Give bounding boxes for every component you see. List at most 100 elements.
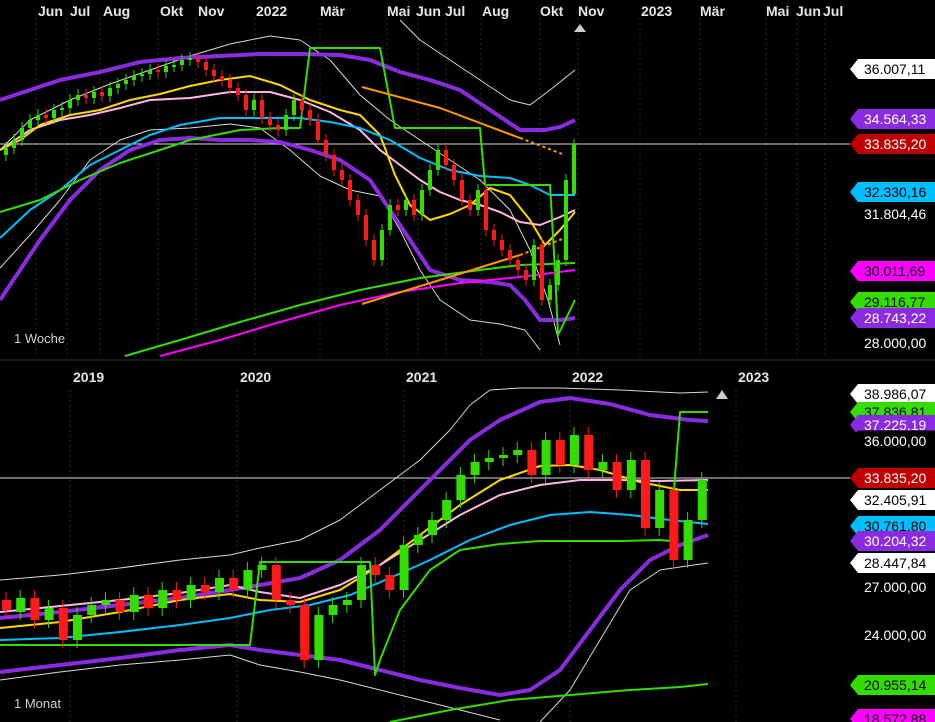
top-time-label: Jul [823, 3, 843, 19]
top-candle [76, 95, 80, 100]
bollinger-lower-line-1 [0, 123, 541, 351]
top-tag-text: 34.564,33 [864, 111, 926, 127]
top-candle [212, 70, 216, 76]
bottom-candle [399, 545, 409, 590]
bottom-indicators [0, 387, 709, 722]
bottom-candle [115, 600, 125, 612]
top-candle [508, 250, 512, 260]
top-time-label: Mär [700, 3, 725, 19]
bottom-candle [541, 440, 551, 475]
bottom-candle [683, 520, 693, 560]
trendline-upper-ext [519, 137, 566, 156]
bottom-candle [328, 605, 338, 615]
top-candle [52, 110, 56, 118]
top-candle-last [572, 144, 576, 194]
top-candle [444, 150, 448, 165]
top-candle [484, 190, 488, 230]
top-indicators [0, 19, 576, 357]
bottom-tag-0: 38.986,07 [850, 384, 935, 404]
bottom-tag-text: 20.955,14 [864, 677, 926, 693]
top-candle [60, 108, 64, 110]
top-candle [548, 285, 552, 300]
bottom-candle [442, 500, 452, 520]
top-candle [244, 95, 248, 110]
top-candle [276, 125, 280, 130]
top-time-label: Jul [445, 3, 465, 19]
top-tag-text: 28.743,22 [864, 310, 926, 326]
bottom-candle [499, 455, 508, 458]
bottom-candle [215, 578, 224, 592]
bottom-candle [286, 600, 295, 605]
top-tag-text: 30.011,69 [864, 263, 925, 279]
top-tag-text: 29.116,77 [864, 294, 925, 310]
bottom-tag-4: 33.835,20 [850, 468, 935, 488]
top-candle [292, 100, 296, 115]
bottom-tag-text: 36.000,00 [864, 433, 926, 449]
top-time-label: 2022 [256, 3, 287, 19]
top-tag-5: 30.011,69 [850, 261, 935, 281]
monthly-chart-panel: 2019 2020 2021 2022 2023 38.986,0737.836,813… [0, 359, 935, 722]
top-candle [44, 115, 48, 118]
bottom-candle [641, 460, 650, 528]
bottom-candle [229, 578, 239, 590]
bottom-candle [158, 590, 168, 608]
top-candle [364, 215, 368, 240]
top-period-label: 1 Woche [14, 331, 65, 346]
bottom-time-label: 2021 [406, 369, 437, 385]
chart-canvas: Jun Jul Aug Okt Nov 2022 Mär Mai Jun Jul Aug Okt Nov… [0, 3, 935, 722]
top-candle [228, 80, 232, 88]
top-candle [20, 128, 24, 140]
bottom-tag-text: 18.572,88 [864, 711, 926, 722]
bottom-candle [570, 435, 579, 465]
bottom-candle [413, 535, 423, 545]
top-tag-text: 36.007,11 [864, 61, 925, 77]
bottom-tag-10: 24.000,00 [849, 624, 935, 646]
bottom-time-label: 2023 [738, 369, 769, 385]
bottom-candle [44, 608, 54, 620]
top-tag-0: 36.007,11 [850, 59, 935, 79]
top-candle [188, 58, 192, 60]
top-candle [220, 76, 224, 80]
top-time-label: Okt [160, 3, 184, 19]
top-candle [492, 230, 496, 240]
scroll-marker-icon[interactable] [574, 24, 586, 32]
top-tag-7: 28.743,22 [850, 308, 935, 328]
bottom-tag-text: 33.835,20 [864, 470, 926, 486]
bottom-candle [527, 450, 537, 475]
top-candle [260, 100, 264, 118]
top-time-axis: Jun Jul Aug Okt Nov 2022 Mär Mai Jun Jul Aug Okt Nov… [38, 3, 843, 19]
bottom-candle [101, 600, 111, 605]
bottom-candle [342, 600, 352, 605]
top-candle [468, 200, 472, 210]
top-candle [332, 155, 336, 170]
top-time-label: Okt [540, 3, 564, 19]
bottom-candle [271, 565, 281, 600]
top-candle [132, 76, 136, 80]
bottom-tag-9: 27.000,00 [849, 576, 935, 598]
bottom-tag-7: 30.204,32 [850, 531, 935, 551]
top-candle [380, 230, 384, 260]
bottom-candle [513, 450, 523, 455]
top-time-label: Mai [766, 3, 789, 19]
top-candle [300, 100, 304, 110]
bottom-candle [243, 570, 253, 590]
top-candle [236, 88, 240, 95]
top-candle [124, 80, 128, 84]
bottom-axis-band [0, 362, 935, 390]
top-candle [316, 120, 320, 140]
bottom-candle [669, 490, 679, 560]
bottom-candle [626, 460, 636, 490]
top-time-label: Aug [103, 3, 130, 19]
top-tag-8: 28.000,00 [849, 332, 935, 354]
top-candle [12, 140, 16, 148]
top-candle [404, 200, 408, 210]
ma-long-shifted-line [0, 411, 708, 676]
top-time-label: Nov [578, 3, 605, 19]
top-candle [180, 60, 184, 65]
top-candle [396, 205, 400, 210]
bottom-candle [371, 565, 381, 575]
weekly-chart-panel: Jun Jul Aug Okt Nov 2022 Mär Mai Jun Jul Aug Okt Nov… [0, 3, 935, 357]
top-tag-text: 32.330,16 [864, 184, 926, 200]
scroll-marker-icon[interactable] [716, 390, 728, 399]
top-tag-text: 31.804,46 [864, 206, 926, 222]
